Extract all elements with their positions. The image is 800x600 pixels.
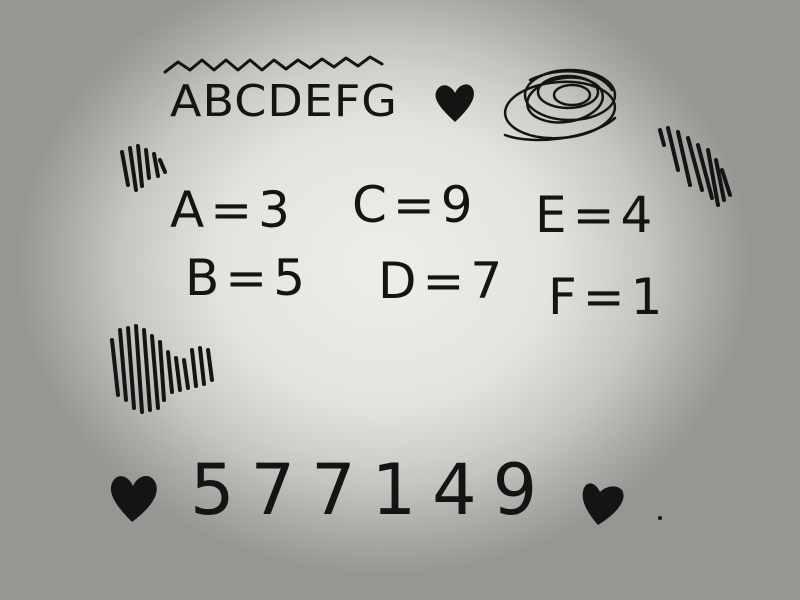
paper-sheet: ABCDEFG A=3 C=9 E=4 B=5 D=7 F=1 577149	[0, 0, 800, 600]
heart-icon	[582, 483, 662, 525]
